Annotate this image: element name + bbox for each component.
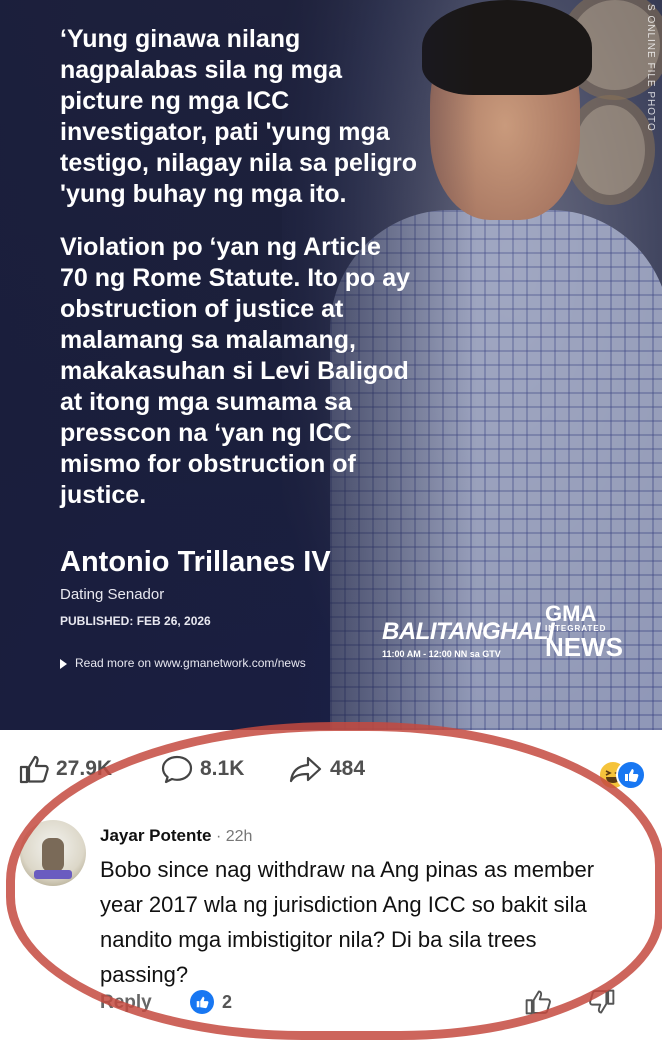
- like-count: 27.9K: [56, 757, 113, 780]
- thumbs-up-outline-icon: [525, 990, 551, 1015]
- share-count: 484: [330, 757, 366, 780]
- reply-button[interactable]: Reply: [100, 992, 152, 1014]
- comment-author-line: Jayar Potente · 22h: [100, 826, 252, 846]
- commenter-avatar[interactable]: [20, 820, 86, 886]
- news-quote-card[interactable]: S ONLINE FILE PHOTO ‘Yung ginawa nilang …: [0, 0, 662, 730]
- avatar-badge: [34, 870, 72, 879]
- gma-logo-text: GMA: [545, 601, 597, 626]
- gma-news-logo: GMA INTEGRATED NEWS: [545, 601, 623, 662]
- comment-text: Bobo since nag withdraw na Ang pinas as …: [100, 857, 595, 987]
- reaction-summary[interactable]: [598, 760, 646, 790]
- thumbs-up-icon: [19, 755, 49, 784]
- gma-logo-news: NEWS: [545, 632, 623, 662]
- read-more-link[interactable]: Read more on www.gmanetwork.com/news: [60, 656, 306, 670]
- speaker-role: Dating Senador: [60, 586, 165, 603]
- published-date: PUBLISHED: FEB 26, 2026: [60, 614, 211, 628]
- comment-time: · 22h: [211, 828, 253, 845]
- quote-paragraph: ‘Yung ginawa nilang nagpalabas sila ng m…: [60, 25, 418, 208]
- show-time: 11:00 AM - 12:00 NN sa GTV: [382, 649, 501, 659]
- read-more-text: Read more on www.gmanetwork.com/news: [75, 656, 306, 670]
- share-stat[interactable]: 484: [288, 754, 365, 784]
- quote-paragraph: Violation po ‘yan ng Article 70 ng Rome …: [60, 233, 411, 509]
- quote-text: ‘Yung ginawa nilang nagpalabas sila ng m…: [60, 24, 420, 533]
- published-value: FEB 26, 2026: [136, 614, 211, 628]
- comment-count: 8.1K: [200, 757, 245, 780]
- comment-like-count[interactable]: 2: [190, 990, 232, 1014]
- like-icon: [616, 760, 646, 790]
- comment-like-number: 2: [222, 991, 233, 1012]
- thumbs-down-outline-icon: [589, 989, 615, 1014]
- comment-upvote-button[interactable]: [524, 988, 552, 1021]
- comment-author[interactable]: Jayar Potente: [100, 826, 212, 845]
- speaker-name: Antonio Trillanes IV: [60, 546, 331, 578]
- comment-bubble-icon: [161, 755, 193, 784]
- like-badge-icon: [190, 990, 214, 1014]
- avatar-figure: [42, 838, 64, 872]
- like-stat[interactable]: 27.9K: [18, 754, 112, 784]
- comment-downvote-button[interactable]: [588, 988, 616, 1021]
- comment-stat[interactable]: 8.1K: [160, 754, 244, 784]
- photo-credit: S ONLINE FILE PHOTO: [645, 4, 656, 132]
- play-triangle-icon: [60, 658, 67, 669]
- published-label: PUBLISHED:: [60, 614, 134, 628]
- share-arrow-icon: [289, 756, 322, 783]
- show-logo: BALITANGHALI: [382, 618, 555, 645]
- post-action-bar: 27.9K 8.1K 484: [18, 750, 648, 786]
